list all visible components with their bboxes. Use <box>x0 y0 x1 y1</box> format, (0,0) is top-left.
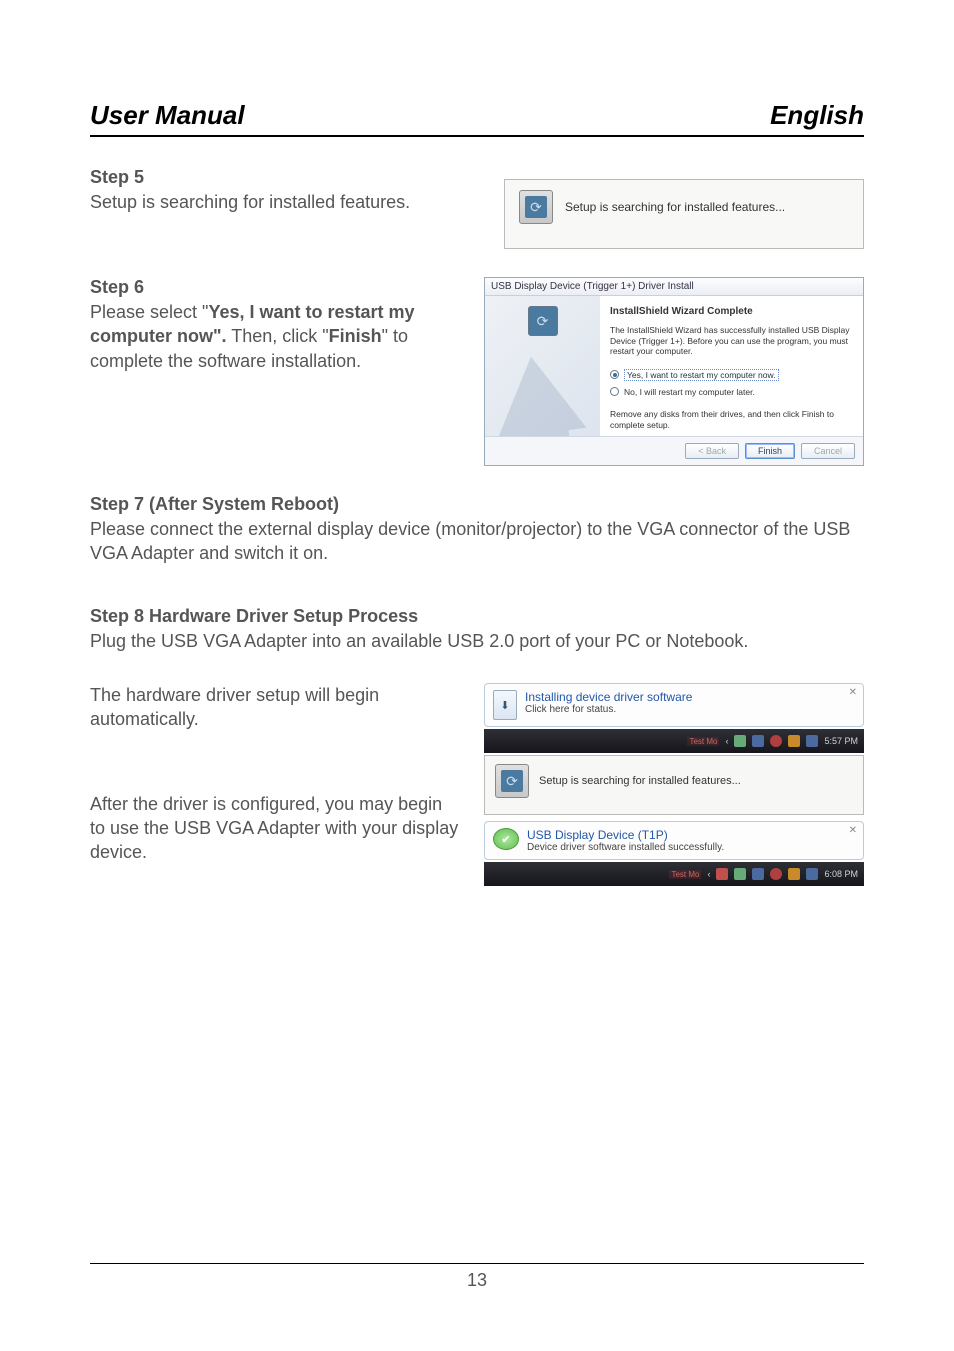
dlg-title: USB Display Device (Trigger 1+) Driver I… <box>485 278 863 296</box>
dlg-footer: < Back Finish Cancel <box>485 436 863 465</box>
dlg-heading: InstallShield Wizard Complete <box>610 306 853 317</box>
tray-icon[interactable] <box>752 868 764 880</box>
radio-dot-icon <box>610 387 619 396</box>
taskbar2-time: 6:08 PM <box>824 869 858 879</box>
taskbar-2: Test Mo ‹ 6:08 PM <box>484 862 864 886</box>
back-button[interactable]: < Back <box>685 443 739 459</box>
step8-para-b: After the driver is configured, you may … <box>90 792 460 865</box>
dlg-paragraph: The InstallShield Wizard has successfull… <box>610 325 853 357</box>
tray-icon[interactable] <box>788 735 800 747</box>
page-number: 13 <box>467 1270 487 1290</box>
step7-text: Please connect the external display devi… <box>90 517 864 566</box>
radio-dot-selected-icon <box>610 370 619 379</box>
step5-heading: Step 5 <box>90 167 460 188</box>
header-right: English <box>770 100 864 131</box>
tray-error-icon[interactable] <box>770 735 782 747</box>
taskbar-1: Test Mo ‹ 5:57 PM <box>484 729 864 753</box>
radio-label-yes: Yes, I want to restart my computer now. <box>624 369 779 381</box>
success-check-icon: ✔ <box>493 828 519 850</box>
radio-restart-later[interactable]: No, I will restart my computer later. <box>610 387 853 397</box>
tray-icon[interactable] <box>806 735 818 747</box>
close-icon[interactable]: ✕ <box>849 687 857 698</box>
driver-install-icon: ⬇ <box>493 690 517 720</box>
tray-icon[interactable] <box>752 735 764 747</box>
step8-text: Plug the USB VGA Adapter into an availab… <box>90 629 864 653</box>
step5-text: Setup is searching for installed feature… <box>90 190 460 214</box>
radio-restart-now[interactable]: Yes, I want to restart my computer now. <box>610 369 853 381</box>
screenshot-installshield: USB Display Device (Trigger 1+) Driver I… <box>484 277 864 466</box>
tray-icon[interactable] <box>716 868 728 880</box>
balloon-installing[interactable]: ⬇ Installing device driver software Clic… <box>484 683 864 727</box>
screenshot-searching-1: ⟳ Setup is searching for installed featu… <box>504 179 864 249</box>
test-mode-tag: Test Mo <box>669 870 701 879</box>
close-icon[interactable]: ✕ <box>849 825 857 836</box>
header-left: User Manual <box>90 100 245 131</box>
step8-para-a: The hardware driver setup will begin aut… <box>90 683 460 732</box>
step6-text: Please select "Yes, I want to restart my… <box>90 300 460 373</box>
test-mode-tag: Test Mo <box>687 737 719 746</box>
balloon2-title: USB Display Device (T1P) <box>527 828 724 842</box>
tray-icon[interactable] <box>788 868 800 880</box>
balloon-success[interactable]: ✔ USB Display Device (T1P) Device driver… <box>484 821 864 860</box>
scr3-text: Setup is searching for installed feature… <box>539 775 741 787</box>
installer-icon: ⟳ <box>519 190 553 224</box>
installer-icon: ⟳ <box>528 306 558 336</box>
page-footer: 13 <box>90 1263 864 1291</box>
tray-icon[interactable] <box>806 868 818 880</box>
step8-heading: Step 8 Hardware Driver Setup Process <box>90 606 864 627</box>
screenshot-searching-2: ⟳ Setup is searching for installed featu… <box>484 755 864 815</box>
tray-icon[interactable] <box>734 735 746 747</box>
dlg-note: Remove any disks from their drives, and … <box>610 409 853 430</box>
finish-button[interactable]: Finish <box>745 443 795 459</box>
step7-heading: Step 7 (After System Reboot) <box>90 494 864 515</box>
step6-heading: Step 6 <box>90 277 460 298</box>
screenshot-driver-stack: ⬇ Installing device driver software Clic… <box>484 683 864 886</box>
balloon1-title: Installing device driver software <box>525 690 692 704</box>
scr1-text: Setup is searching for installed feature… <box>565 200 785 214</box>
page-header: User Manual English <box>90 100 864 137</box>
chevron-left-icon[interactable]: ‹ <box>725 736 728 746</box>
radio-label-no: No, I will restart my computer later. <box>624 387 755 397</box>
dlg-banner: ⟳ <box>485 296 600 436</box>
taskbar1-time: 5:57 PM <box>824 736 858 746</box>
tray-error-icon[interactable] <box>770 868 782 880</box>
balloon2-sub: Device driver software installed success… <box>527 842 724 853</box>
installer-icon: ⟳ <box>495 764 529 798</box>
cancel-button[interactable]: Cancel <box>801 443 855 459</box>
tray-icon[interactable] <box>734 868 746 880</box>
balloon1-sub: Click here for status. <box>525 704 692 715</box>
chevron-left-icon[interactable]: ‹ <box>707 869 710 879</box>
